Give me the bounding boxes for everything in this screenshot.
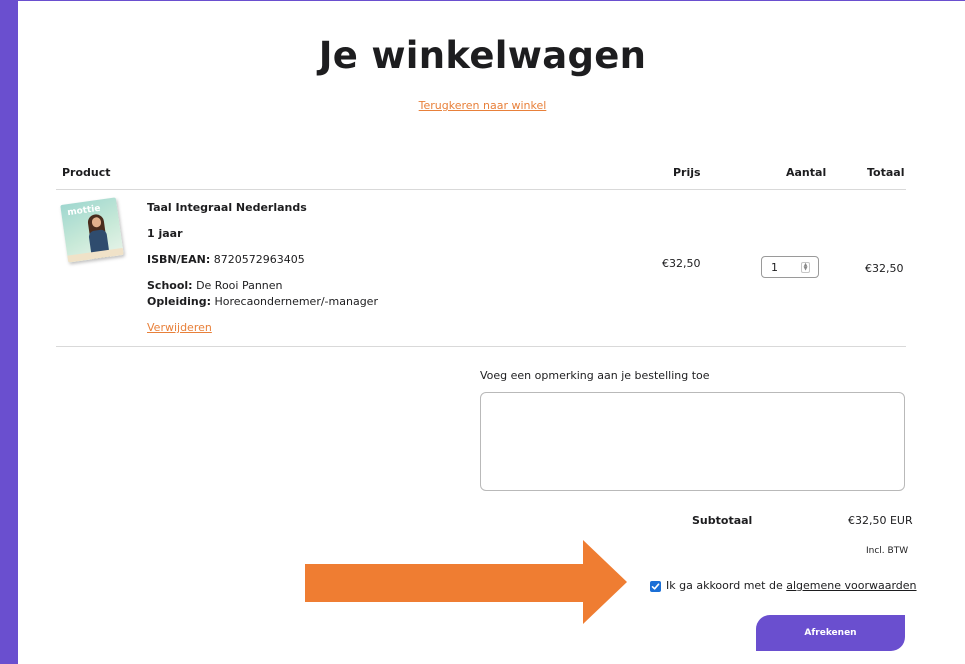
product-name[interactable]: Taal Integraal Nederlands bbox=[147, 201, 307, 214]
product-cover-image[interactable]: mottie bbox=[60, 197, 124, 263]
school-label: School: bbox=[147, 279, 193, 292]
header-quantity: Aantal bbox=[786, 166, 827, 179]
product-duration: 1 jaar bbox=[147, 227, 183, 240]
checkout-button[interactable]: Afrekenen bbox=[756, 615, 905, 651]
item-price: €32,50 bbox=[662, 257, 701, 270]
page-title: Je winkelwagen bbox=[318, 34, 647, 77]
table-header-divider bbox=[56, 189, 906, 190]
subtotal-value: €32,50 EUR bbox=[848, 514, 913, 527]
header-product: Product bbox=[62, 166, 111, 179]
header-total: Totaal bbox=[867, 166, 905, 179]
tax-note: Incl. BTW bbox=[866, 546, 909, 556]
quantity-stepper[interactable]: 1 ▲ ▼ bbox=[761, 256, 819, 278]
terms-checkbox[interactable] bbox=[650, 581, 661, 592]
terms-text: Ik ga akkoord met de algemene voorwaarde… bbox=[666, 579, 917, 592]
product-education-line: Opleiding: Horecaondernemer/-manager bbox=[147, 295, 378, 308]
subtotal-label: Subtotaal bbox=[692, 514, 753, 527]
remove-item-link[interactable]: Verwijderen bbox=[147, 321, 212, 334]
terms-link[interactable]: algemene voorwaarden bbox=[786, 579, 916, 592]
check-icon bbox=[651, 583, 660, 590]
order-note-label: Voeg een opmerking aan je bestelling toe bbox=[480, 369, 710, 382]
isbn-value: 8720572963405 bbox=[213, 253, 305, 266]
product-school-line: School: De Rooi Pannen bbox=[147, 279, 283, 292]
education-label: Opleiding: bbox=[147, 295, 211, 308]
terms-label: Ik ga akkoord met de bbox=[666, 579, 783, 592]
quantity-value: 1 bbox=[771, 261, 778, 274]
school-value: De Rooi Pannen bbox=[196, 279, 283, 292]
top-border bbox=[0, 0, 965, 1]
stepper-icon[interactable]: ▲ ▼ bbox=[801, 262, 810, 273]
education-value: Horecaondernemer/-manager bbox=[214, 295, 378, 308]
item-divider bbox=[56, 346, 906, 347]
order-note-field[interactable] bbox=[480, 392, 905, 491]
back-to-shop-link[interactable]: Terugkeren naar winkel bbox=[0, 99, 965, 112]
isbn-label: ISBN/EAN: bbox=[147, 253, 211, 266]
header-price: Prijs bbox=[673, 166, 701, 179]
item-total: €32,50 bbox=[865, 262, 904, 275]
product-isbn-line: ISBN/EAN: 8720572963405 bbox=[147, 253, 305, 266]
arrow-right-icon bbox=[305, 540, 627, 624]
